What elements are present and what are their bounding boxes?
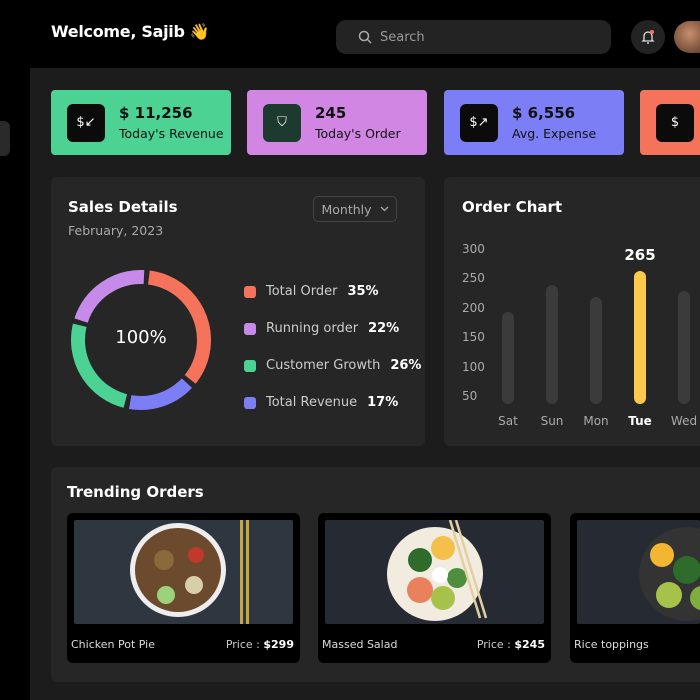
legend-item: Running order 22% (244, 310, 421, 347)
user-shield-icon: ⛉ (263, 103, 301, 142)
stat-card[interactable]: $ (640, 90, 700, 155)
trending-order-card[interactable]: Rice toppings (570, 513, 700, 663)
bar-tue[interactable] (634, 270, 646, 404)
legend-percent: 22% (368, 321, 400, 336)
food-image (577, 520, 700, 624)
legend-percent: 17% (367, 395, 399, 410)
food-price: Price : $245 (477, 638, 545, 651)
trending-title: Trending Orders (67, 483, 204, 501)
legend-item: Customer Growth 26% (244, 347, 421, 384)
food-image (325, 520, 544, 624)
sales-title: Sales Details (68, 198, 178, 216)
legend-swatch (244, 396, 256, 409)
price-value: $299 (263, 638, 294, 651)
stat-label: Today's Revenue (119, 126, 224, 141)
stat-value: $ 11,256 (119, 104, 193, 122)
trending-order-card[interactable]: Chicken Pot Pie Price : $299 (67, 513, 300, 663)
notification-button[interactable] (631, 20, 665, 54)
stat-value: $ 6,556 (512, 104, 576, 122)
search-icon (358, 30, 372, 44)
price-value: $245 (514, 638, 545, 651)
donut-center-label: 100% (115, 327, 167, 348)
stat-card[interactable]: ⛉ 245 Today's Order (247, 90, 427, 155)
stat-label: Avg. Expense (512, 126, 597, 141)
bar-wed[interactable] (678, 291, 690, 404)
stat-card[interactable]: $↗ $ 6,556 Avg. Expense (444, 90, 624, 155)
food-name: Rice toppings (574, 638, 649, 651)
x-tick-label: Mon (583, 414, 609, 428)
search-input[interactable]: Search (336, 20, 611, 54)
legend-label: Running order (266, 321, 359, 336)
bar-data-label: 265 (624, 245, 656, 264)
y-tick-label: 300 (462, 242, 485, 256)
stat-label: Today's Order (315, 126, 401, 141)
bell-icon (641, 30, 655, 44)
y-tick-label: 200 (462, 300, 485, 315)
welcome-heading: Welcome, Sajib 👋 (51, 22, 210, 41)
trending-order-card[interactable]: Massed Salad Price : $245 (318, 513, 551, 663)
sales-legend: Total Order 35% Running order 22% Customer G… (244, 273, 421, 421)
legend-swatch (244, 322, 256, 335)
legend-swatch (244, 285, 256, 298)
legend-label: Total Revenue (266, 395, 358, 410)
food-name: Chicken Pot Pie (71, 638, 155, 651)
bar-sun[interactable] (546, 285, 558, 404)
dollar-icon: $ (656, 103, 694, 142)
legend-swatch (244, 359, 256, 372)
x-tick-label: Sun (540, 414, 564, 428)
dollar-in-icon: $↙ (67, 103, 105, 142)
stat-card[interactable]: $↙ $ 11,256 Today's Revenue (51, 90, 231, 155)
order-chart-title: Order Chart (462, 198, 563, 216)
legend-label: Customer Growth (266, 358, 381, 373)
x-tick-label: Sat (498, 414, 518, 428)
dollar-out-icon: $↗ (460, 103, 498, 142)
chevron-down-icon (380, 206, 388, 212)
y-tick-label: 150 (462, 330, 485, 345)
y-tick-label: 250 (462, 271, 485, 286)
stat-value: 245 (315, 104, 347, 122)
price-label: Price : (225, 638, 264, 651)
x-tick-label: Wed (670, 414, 698, 428)
period-dropdown[interactable]: Monthly (313, 196, 397, 222)
food-name: Massed Salad (322, 638, 398, 651)
sales-details-panel: Sales Details February, 2023 Monthly 100… (51, 177, 425, 446)
food-price: Price : $299 (226, 638, 294, 651)
x-tick-label: Tue (628, 414, 652, 428)
sales-subtitle: February, 2023 (68, 223, 164, 238)
bar-sat[interactable] (502, 311, 514, 404)
legend-label: Total Order (266, 284, 338, 299)
food-image (74, 520, 293, 624)
legend-item: Total Order 35% (244, 273, 421, 310)
avatar[interactable] (674, 21, 700, 53)
legend-percent: 35% (347, 284, 379, 299)
legend-percent: 26% (390, 358, 422, 373)
legend-item: Total Revenue 17% (244, 384, 421, 421)
sidebar-active-item[interactable] (0, 121, 10, 156)
y-tick-label: 50 (462, 389, 478, 403)
bar-mon[interactable] (590, 297, 602, 404)
search-placeholder: Search (380, 29, 425, 45)
period-value: Monthly (321, 201, 372, 217)
y-tick-label: 100 (462, 359, 485, 374)
price-label: Price : (476, 638, 515, 651)
